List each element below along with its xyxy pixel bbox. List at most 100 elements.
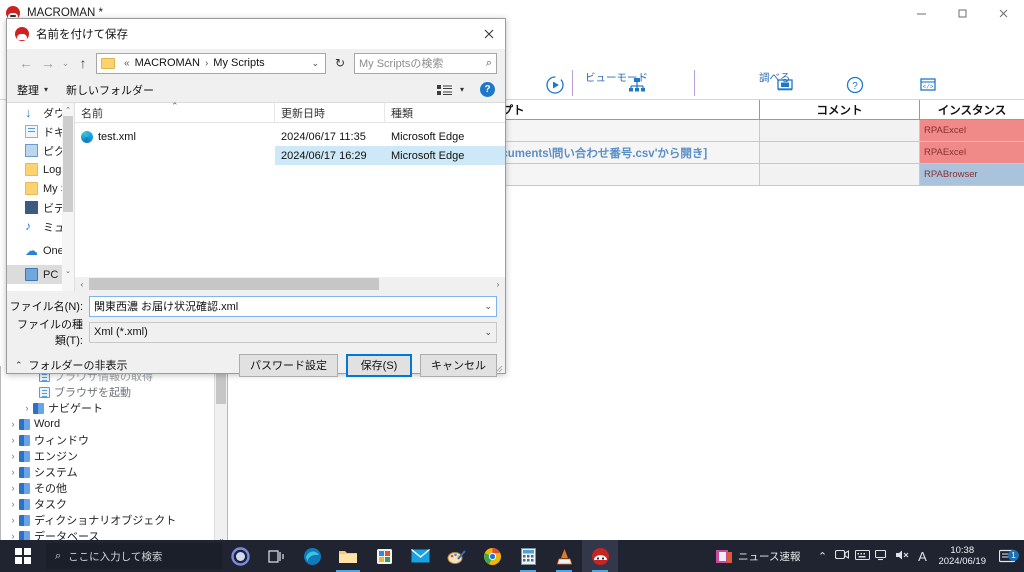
cancel-button[interactable]: キャンセル [420,353,497,377]
tree-item-label: ナビゲート [48,403,103,415]
list-item[interactable]: 2024/06/17 16:29 Microsoft Edge [75,146,505,165]
help-icon[interactable]: ? [480,82,495,97]
tree-item-browser-launch[interactable]: ブラウザを起動 [1,384,213,400]
expander-icon[interactable]: › [7,435,19,445]
breadcrumb-part-macroman[interactable]: MACROMAN [135,57,200,69]
table-row[interactable]: RPAExcel [420,120,1024,142]
tree-item-task[interactable]: › タスク [1,496,213,512]
script-table: リプト コメント インスタンス RPAExcel Documents\問い合わせ… [420,100,1024,186]
macroman-icon[interactable] [582,540,618,572]
filename-input[interactable]: 関東西濃 お届け状況確認.xml ⌄ [89,295,497,317]
password-settings-button[interactable]: パスワード設定 [239,353,338,377]
table-row[interactable]: Documents\問い合わせ番号.csv'から開き] RPAExcel [420,142,1024,164]
expander-icon[interactable]: › [7,483,19,493]
expander-icon[interactable]: › [21,403,33,413]
meet-now-icon[interactable] [832,549,852,563]
new-folder-button[interactable]: 新しいフォルダー [66,82,154,98]
resize-grip[interactable] [493,362,503,373]
chevron-down-icon[interactable]: ⌄ [311,58,323,69]
keyboard-icon[interactable] [852,549,872,563]
scroll-down-icon[interactable]: ⌄ [62,264,74,277]
column-header-name[interactable]: 名前 ⌃ [75,101,275,123]
minimize-button[interactable] [901,0,942,26]
back-button[interactable]: ← [15,52,37,74]
column-header-date[interactable]: 更新日時 [275,102,385,123]
file-list-horizontal-scrollbar[interactable]: ‹ › [75,277,505,291]
hide-folders-button[interactable]: ⌃ フォルダーの非表示 [15,357,128,373]
view-mode-icon[interactable] [436,84,453,96]
taskbar-search-input[interactable]: ⌕ ここに入力して検索 [46,543,222,569]
up-button[interactable]: ↑ [72,52,94,74]
list-item[interactable]: test.xml 2024/06/17 11:35 Microsoft Edge [75,127,505,146]
places-scrollbar-thumb[interactable] [63,116,73,212]
tree-item-engine[interactable]: › エンジン [1,448,213,464]
column-header-instance[interactable]: インスタンス [920,100,1024,119]
vlc-icon[interactable] [546,540,582,572]
tree-item-word[interactable]: › Word [1,416,213,432]
scroll-up-icon[interactable]: ⌃ [62,103,74,116]
store-icon[interactable] [366,540,402,572]
chevron-down-icon[interactable]: ⌄ [484,327,492,338]
refresh-icon[interactable]: ↻ [330,53,350,74]
chevron-down-icon[interactable]: ⌄ [484,301,492,312]
search-icon: ⌕ [55,549,62,562]
mail-icon[interactable] [402,540,438,572]
column-header-comment[interactable]: コメント [760,100,920,119]
paint-icon[interactable] [438,540,474,572]
volume-muted-icon[interactable] [892,549,912,564]
edge-icon[interactable] [294,540,330,572]
task-view-icon[interactable] [258,540,294,572]
forward-button[interactable]: → [37,52,59,74]
ime-mode-icon[interactable]: A [912,549,932,564]
network-icon[interactable] [872,549,892,564]
filetype-select[interactable]: Xml (*.xml) ⌄ [89,321,497,343]
onedrive-icon [25,244,38,257]
view-mode-dropdown[interactable]: ▾ [460,85,464,94]
save-button[interactable]: 保存(S) [346,353,412,377]
close-icon[interactable] [473,19,505,49]
tree-item-other[interactable]: › その他 [1,480,213,496]
chrome-icon[interactable] [474,540,510,572]
tree-item-window[interactable]: › ウィンドウ [1,432,213,448]
taskbar-search-placeholder: ここに入力して検索 [68,550,163,563]
start-button[interactable] [0,540,46,572]
file-list: 名前 ⌃ 更新日時 種類 test.xml 2024/06/17 11:35 M… [74,101,505,291]
file-explorer-icon[interactable] [330,540,366,572]
macroman-app-icon [15,27,29,41]
news-widget[interactable]: ニュース速報 [715,549,800,564]
recent-locations-button[interactable]: ⌄ [59,52,72,74]
organize-button[interactable]: 整理 ▾ [17,82,48,98]
scroll-left-icon[interactable]: ‹ [75,280,89,289]
show-hidden-icons-button[interactable]: ⌃ [812,550,832,563]
scroll-right-icon[interactable]: › [491,280,505,289]
expander-icon[interactable]: › [7,499,19,509]
cortana-icon[interactable] [222,546,258,566]
scrollbar-thumb[interactable] [89,278,379,290]
expander-icon[interactable]: › [7,451,19,461]
log-folder-icon [748,72,822,98]
tree-item-navigate[interactable]: › ナビゲート [1,400,213,416]
notification-center-button[interactable]: 1 [994,549,1020,564]
window-controls [901,0,1024,26]
clock[interactable]: 10:38 2024/06/19 [938,545,986,567]
expander-icon[interactable]: › [7,419,19,429]
breadcrumb-prefix: « [124,57,130,69]
maximize-button[interactable] [942,0,983,26]
breadcrumb-part-my-scripts[interactable]: My Scripts [213,57,264,69]
expander-icon[interactable]: › [7,467,19,477]
places-scrollbar[interactable]: ⌃ ⌄ [62,103,74,291]
tree-item-label: タスク [34,499,67,511]
calculator-icon[interactable] [510,540,546,572]
close-button[interactable] [983,0,1024,26]
tree-item-dictionary-object[interactable]: › ディクショナリオブジェクト [1,512,213,528]
table-row[interactable]: RPABrowser [420,164,1024,186]
cell-comment [760,142,920,164]
tree-scrollbar[interactable]: ⌄ [214,366,227,545]
tree-item-system[interactable]: › システム [1,464,213,480]
address-bar[interactable]: « MACROMAN › My Scripts ⌄ [96,52,326,74]
column-header-name-label: 名前 [81,107,103,120]
search-input[interactable]: My Scriptsの検索 ⌕ [354,52,497,74]
column-header-type[interactable]: 種類 [385,103,475,123]
scrollbar-track[interactable] [89,278,491,290]
expander-icon[interactable]: › [7,515,19,525]
